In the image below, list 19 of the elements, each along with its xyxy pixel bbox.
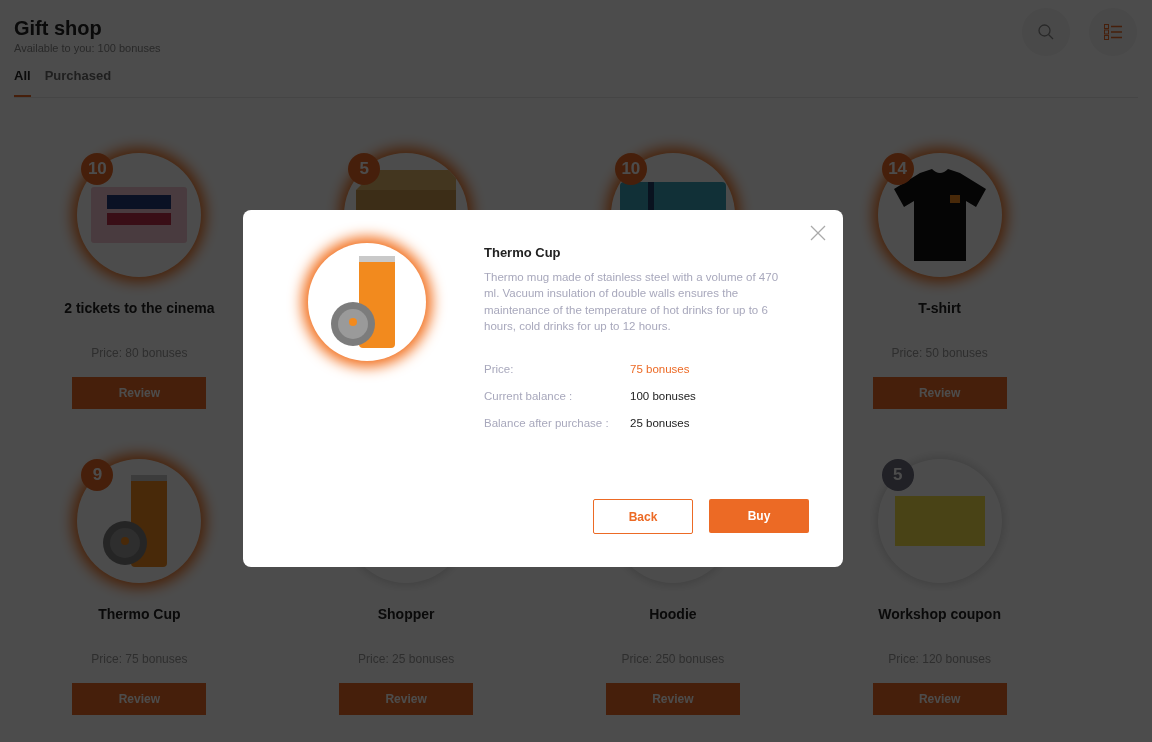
buy-button[interactable]: Buy — [709, 499, 809, 533]
close-icon — [810, 225, 826, 241]
detail-value: 100 bonuses — [630, 388, 696, 404]
dialog-title: Thermo Cup — [484, 244, 562, 262]
back-button[interactable]: Back — [593, 499, 693, 534]
product-description: Thermo mug made of stainless steel with a volume of 470 ml. Vacuum insulation of double walls ensures the maintenance of the temperature of hot drinks for up to 6 hours, cold drinks for up to 12 hours. — [484, 269, 780, 334]
page-title: Gift shop — [14, 16, 103, 40]
detail-label: Balance after purchase : — [484, 415, 610, 431]
product-name: 2 tickets to the cinema — [64, 298, 215, 318]
product-name: Thermo Cup — [98, 604, 181, 624]
detail-value: 75 bonuses — [630, 361, 690, 377]
detail-label: Price: — [484, 361, 515, 377]
detail-label: Current balance : — [484, 388, 574, 404]
product-name: Workshop coupon — [878, 604, 1001, 624]
close-button[interactable] — [809, 224, 827, 242]
detail-value: 25 bonuses — [630, 415, 690, 431]
product-name: Shopper — [377, 604, 435, 624]
product-name: T-shirt — [918, 298, 961, 318]
product-name: Hoodie — [649, 604, 697, 624]
